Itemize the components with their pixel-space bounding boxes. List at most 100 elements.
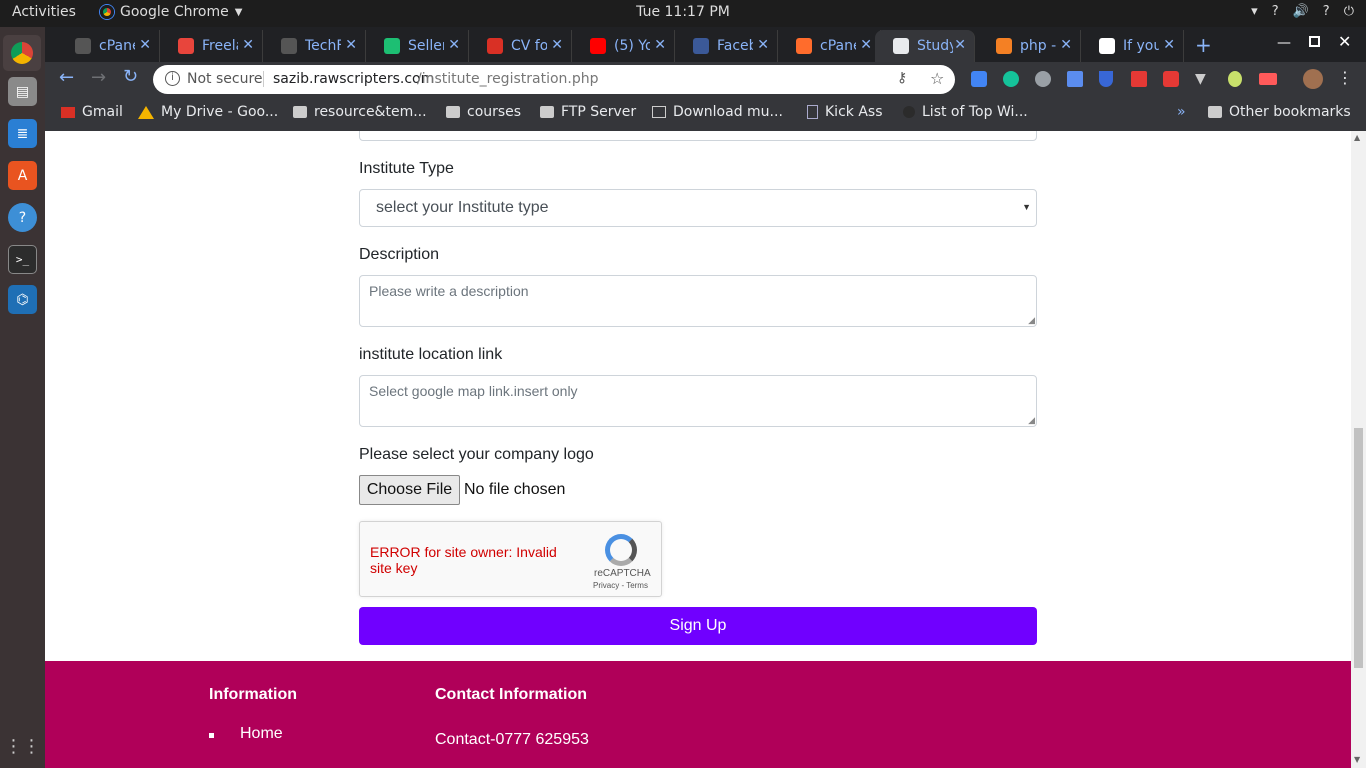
files-icon[interactable]: ▤ xyxy=(8,77,37,106)
tab-close-icon[interactable]: ✕ xyxy=(139,37,151,53)
choose-file-button[interactable]: Choose File xyxy=(359,475,460,505)
shield-extension-icon[interactable] xyxy=(1099,71,1113,87)
resize-handle-icon[interactable]: ◢ xyxy=(1028,315,1035,326)
tab-close-icon[interactable]: ✕ xyxy=(1163,37,1175,53)
scroll-up-icon[interactable]: ▲ xyxy=(1354,133,1360,142)
tab-close-icon[interactable]: ✕ xyxy=(448,37,460,53)
red-extension-icon[interactable] xyxy=(1131,71,1147,87)
tab-10[interactable]: php - ✕ xyxy=(978,30,1081,62)
vue-extension-icon[interactable]: ▼ xyxy=(1195,71,1206,87)
tab-3[interactable]: TechF ✕ xyxy=(263,30,366,62)
tab-6[interactable]: (5) Yo ✕ xyxy=(572,30,675,62)
recaptcha-error: ERROR for site owner: Invalid site key xyxy=(370,544,557,576)
maximize-button[interactable] xyxy=(1309,36,1320,47)
page-scrollbar[interactable]: ▲ ▼ xyxy=(1351,131,1366,768)
signup-button[interactable]: Sign Up xyxy=(359,607,1037,645)
security-label: Not secure xyxy=(187,71,263,87)
bookmark-courses[interactable]: courses xyxy=(446,104,521,120)
bookmark-other[interactable]: Other bookmarks xyxy=(1208,104,1351,120)
scrollbar-thumb[interactable] xyxy=(1354,428,1363,668)
scroll-down-icon[interactable]: ▼ xyxy=(1354,755,1360,764)
menu-icon[interactable]: ⋮ xyxy=(1337,68,1353,87)
recorder-extension-icon[interactable] xyxy=(1259,73,1277,85)
dropdown-icon[interactable]: ▾ xyxy=(1251,4,1258,19)
tab-close-icon[interactable]: ✕ xyxy=(242,37,254,53)
bulb-extension-icon[interactable] xyxy=(1228,71,1242,87)
description-placeholder: Please write a description xyxy=(369,283,529,299)
tab-close-icon[interactable]: ✕ xyxy=(757,37,769,53)
location-placeholder: Select google map link.insert only xyxy=(369,383,578,399)
volume-icon[interactable]: 🔊 xyxy=(1293,4,1309,19)
tab-4[interactable]: Seller ✕ xyxy=(366,30,469,62)
forward-icon[interactable]: → xyxy=(91,67,106,88)
site-footer: Information Home Contact Information Con… xyxy=(45,661,1351,768)
document-icon[interactable]: ≣ xyxy=(8,119,37,148)
avatar[interactable] xyxy=(1303,69,1323,89)
tab-favicon-icon xyxy=(796,38,812,54)
address-bar[interactable]: i Not secure sazib.rawscripters.com /ins… xyxy=(153,65,955,94)
system-tray[interactable]: ▾ ? 🔊 ? ⏻ xyxy=(1251,4,1354,19)
bookmark-resource[interactable]: resource&tem... xyxy=(293,104,427,120)
software-center-icon[interactable]: A xyxy=(8,161,37,190)
help-icon[interactable]: ? xyxy=(1272,4,1279,19)
tab-favicon-icon xyxy=(178,38,194,54)
grammarly-extension-icon[interactable] xyxy=(1003,71,1019,87)
bookmark-ftp[interactable]: FTP Server xyxy=(540,104,636,120)
terminal-icon[interactable]: >_ xyxy=(8,245,37,274)
tab-9[interactable]: Study✕ xyxy=(875,30,975,62)
bookmark-kickass[interactable]: Kick Ass xyxy=(807,104,883,120)
tab-close-icon[interactable]: ✕ xyxy=(1060,37,1072,53)
tff-extension-icon[interactable] xyxy=(1067,71,1083,87)
reload-icon[interactable]: ↻ xyxy=(123,66,138,87)
help-dock-icon[interactable]: ? xyxy=(8,203,37,232)
tab-2[interactable]: Freela✕ xyxy=(160,30,263,62)
tab-close-icon[interactable]: ✕ xyxy=(860,37,872,53)
resize-handle-icon[interactable]: ◢ xyxy=(1028,415,1035,426)
forward-extension-icon[interactable] xyxy=(1163,71,1179,87)
tab-close-icon[interactable]: ✕ xyxy=(345,37,357,53)
bookmark-star-icon[interactable]: ☆ xyxy=(930,69,944,88)
url-divider xyxy=(263,71,264,87)
key-icon[interactable]: ⚷ xyxy=(897,70,907,86)
institute-type-select[interactable]: select your Institute type ▼ xyxy=(359,189,1037,227)
tab-8[interactable]: cPane✕ xyxy=(778,30,881,62)
bookmark-gmail[interactable]: Gmail xyxy=(61,104,123,120)
close-window-button[interactable]: ✕ xyxy=(1338,32,1351,51)
chrome-dock-icon[interactable] xyxy=(3,35,41,71)
bookmark-download[interactable]: Download mu... xyxy=(652,104,783,120)
browser-toolbar: ← → ↻ i Not secure sazib.rawscripters.co… xyxy=(45,62,1366,96)
bullet-icon xyxy=(209,733,214,738)
info-icon[interactable]: i xyxy=(165,71,180,86)
tab-5[interactable]: CV for✕ xyxy=(469,30,572,62)
page-icon xyxy=(903,106,915,118)
tab-favicon-icon xyxy=(996,38,1012,54)
more-bookmarks-icon[interactable]: » xyxy=(1177,104,1186,120)
translate-extension-icon[interactable] xyxy=(971,71,987,87)
bookmark-drive[interactable]: My Drive - Goo... xyxy=(138,104,278,120)
app-menu[interactable]: Google Chrome ▼ xyxy=(100,4,242,20)
tab-close-icon[interactable]: ✕ xyxy=(551,37,563,53)
description-textarea[interactable]: Please write a description ◢ xyxy=(359,275,1037,327)
new-tab-button[interactable]: + xyxy=(1195,33,1212,57)
tab-title: Seller xyxy=(408,38,444,54)
page-content: Institute Type select your Institute typ… xyxy=(45,131,1351,768)
tab-close-icon[interactable]: ✕ xyxy=(954,37,966,53)
tab-close-icon[interactable]: ✕ xyxy=(654,37,666,53)
show-apps-icon[interactable]: ⋮⋮ xyxy=(5,732,41,761)
previous-field-bottom[interactable] xyxy=(359,131,1037,141)
back-icon[interactable]: ← xyxy=(59,67,74,88)
vscode-icon[interactable]: ⌬ xyxy=(8,285,37,314)
accessibility-icon[interactable]: ? xyxy=(1323,4,1330,19)
tab-7[interactable]: Faceb✕ xyxy=(675,30,778,62)
activities-button[interactable]: Activities xyxy=(12,4,76,20)
footer-home-link[interactable]: Home xyxy=(240,725,283,743)
bookmark-list[interactable]: List of Top Wi... xyxy=(903,104,1028,120)
recaptcha-links[interactable]: Privacy - Terms xyxy=(593,581,648,590)
location-textarea[interactable]: Select google map link.insert only ◢ xyxy=(359,375,1037,427)
incognito-extension-icon[interactable] xyxy=(1035,71,1051,87)
tab-11[interactable]: If you ✕ xyxy=(1081,30,1184,62)
power-icon[interactable]: ⏻ xyxy=(1344,4,1354,19)
recaptcha-box[interactable]: ERROR for site owner: Invalid site key r… xyxy=(359,521,662,597)
tab-1[interactable]: cPane✕ xyxy=(57,30,160,62)
minimize-button[interactable]: — xyxy=(1277,35,1291,51)
